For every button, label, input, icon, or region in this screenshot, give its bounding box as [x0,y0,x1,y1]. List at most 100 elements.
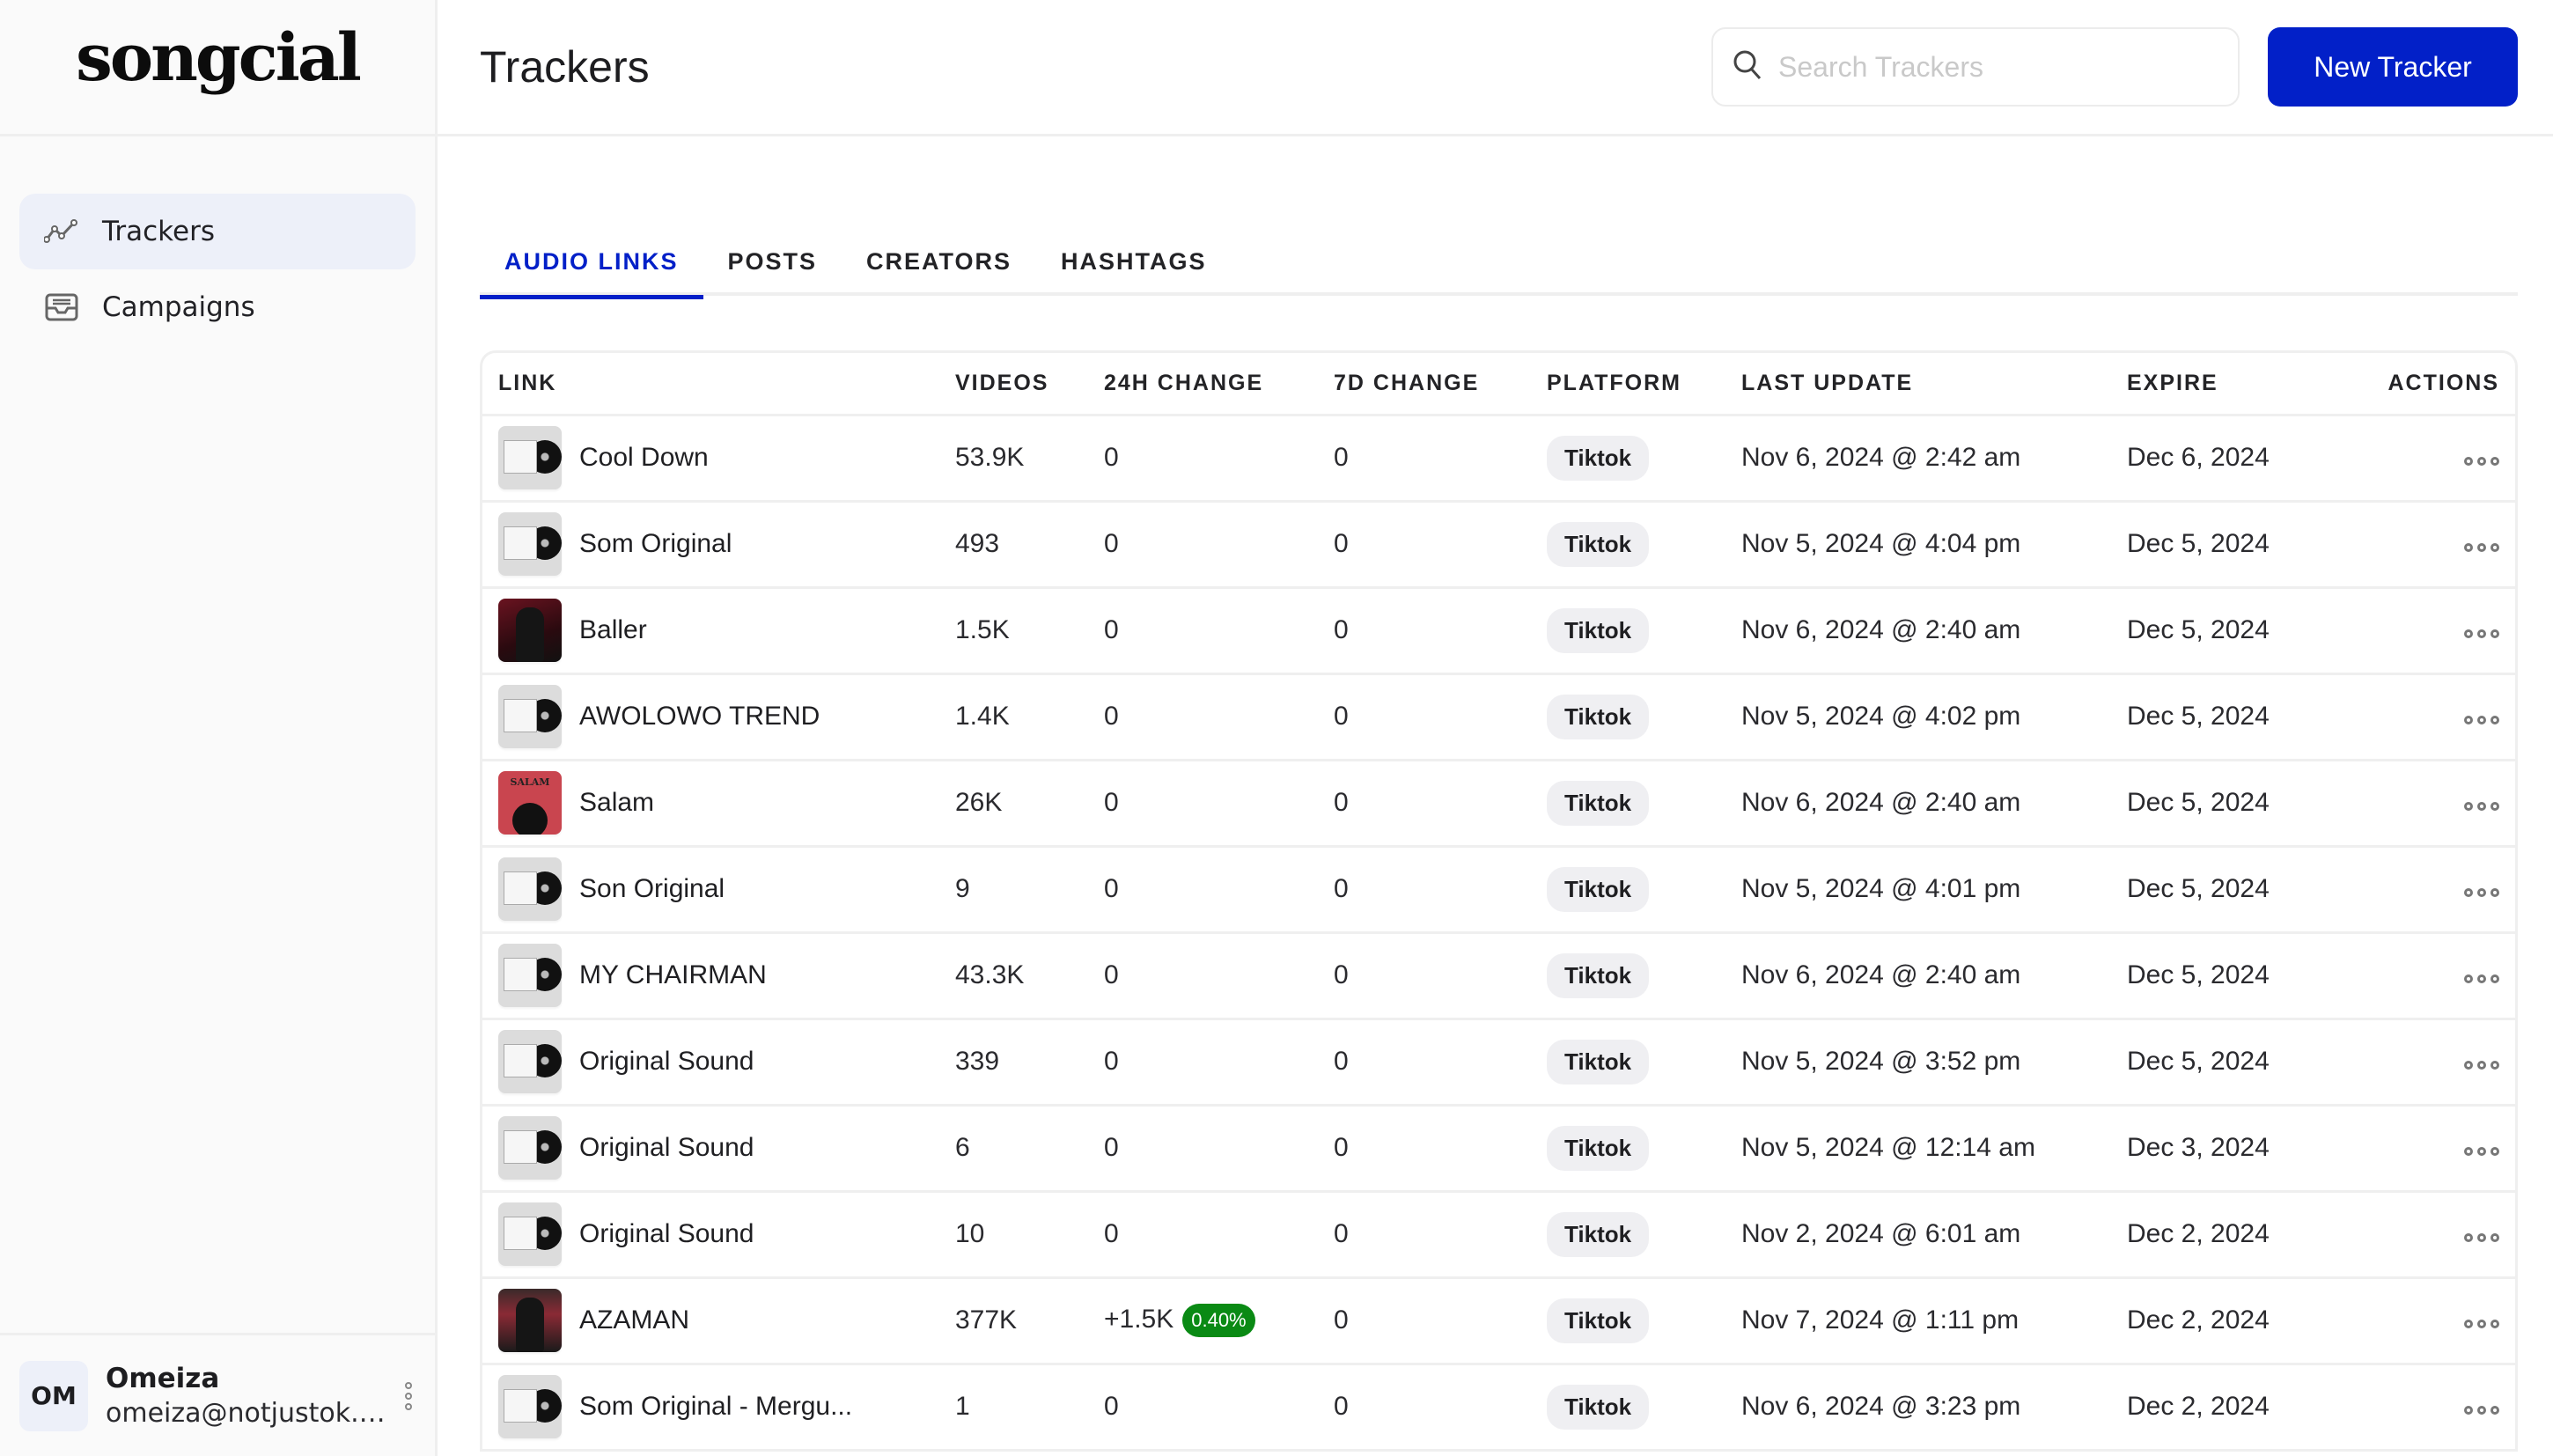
table-row[interactable]: Original Sound 10 0 0 Tiktok Nov 2, 2024… [482,1191,2515,1279]
table-row[interactable]: Baller 1.5K 0 0 Tiktok Nov 6, 2024 @ 2:4… [482,587,2515,675]
search-icon [1733,49,1762,85]
column-header-platform[interactable]: PLATFORM [1547,353,1741,416]
platform-badge: Tiktok [1547,521,1650,567]
videos-cell: 377K [955,1277,1104,1365]
column-header-24h-change[interactable]: 24H CHANGE [1104,353,1334,416]
songcial-logo[interactable]: songcial [76,20,362,96]
platform-badge: Tiktok [1547,1211,1650,1257]
search-box[interactable] [1711,27,2240,107]
column-header-last-update[interactable]: LAST UPDATE [1741,353,2127,416]
link-name[interactable]: Baller [579,615,647,645]
link-name[interactable]: Original Sound [579,1047,754,1077]
expire-cell: Dec 5, 2024 [2127,673,2371,761]
column-header-actions: ACTIONS [2371,353,2515,416]
tab-posts[interactable]: POSTS [703,238,842,296]
link-name[interactable]: Original Sound [579,1219,754,1249]
more-actions-icon[interactable] [2464,1147,2499,1156]
platform-badge: Tiktok [1547,435,1650,481]
change-24h-value: 0 [1104,702,1119,731]
platform-badge: Tiktok [1547,1125,1650,1171]
column-header-link[interactable]: LINK [482,353,955,416]
link-name[interactable]: Salam [579,788,654,818]
tab-audio-links[interactable]: AUDIO LINKS [480,238,703,299]
tabs: AUDIO LINKS POSTS CREATORS HASHTAGS [480,238,2518,299]
change-24h-value: 0 [1104,1133,1119,1162]
change-24h-value: 0 [1104,615,1119,644]
table-header-row: LINK VIDEOS 24H CHANGE 7D CHANGE PLATFOR… [482,353,2515,416]
link-name[interactable]: Original Sound [579,1133,754,1163]
tab-creators[interactable]: CREATORS [842,238,1036,296]
sidebar: songcial Trackers Campaigns OM Omeiza om… [0,0,438,1456]
change-7d-cell: 0 [1334,846,1547,934]
platform-cell: Tiktok [1547,932,1741,1020]
platform-badge: Tiktok [1547,1298,1650,1343]
table-row[interactable]: AZAMAN 377K +1.5K 0.40% 0 Tiktok Nov 7, 2… [482,1277,2515,1365]
avatar[interactable]: OM [19,1360,88,1431]
more-actions-icon[interactable] [2464,1320,2499,1328]
column-header-videos[interactable]: VIDEOS [955,353,1104,416]
last-update-cell: Nov 6, 2024 @ 3:23 pm [1741,1364,2127,1452]
user-email: omeiza@notjustok.c... [106,1398,387,1429]
videos-cell: 53.9K [955,415,1104,503]
album-art-image [498,1289,562,1352]
link-name[interactable]: Som Original - Mergu... [579,1392,852,1422]
trackers-table-container: LINK VIDEOS 24H CHANGE 7D CHANGE PLATFOR… [480,350,2518,1452]
sidebar-item-campaigns[interactable]: Campaigns [19,269,416,345]
platform-cell: Tiktok [1547,415,1741,503]
user-menu-kebab-icon[interactable] [405,1381,412,1410]
platform-cell: Tiktok [1547,501,1741,589]
table-row[interactable]: MY CHAIRMAN 43.3K 0 0 Tiktok Nov 6, 2024… [482,932,2515,1020]
platform-cell: Tiktok [1547,1191,1741,1279]
column-header-expire[interactable]: EXPIRE [2127,353,2371,416]
sidebar-item-trackers[interactable]: Trackers [19,194,416,269]
table-row[interactable]: Cool Down 53.9K 0 0 Tiktok Nov 6, 2024 @… [482,415,2515,503]
table-row[interactable]: AWOLOWO TREND 1.4K 0 0 Tiktok Nov 5, 202… [482,673,2515,761]
table-row[interactable]: Son Original 9 0 0 Tiktok Nov 5, 2024 @ … [482,846,2515,934]
link-cell: AWOLOWO TREND [482,673,955,761]
new-tracker-button[interactable]: New Tracker [2268,27,2518,107]
last-update-cell: Nov 7, 2024 @ 1:11 pm [1741,1277,2127,1365]
table-row[interactable]: Original Sound 339 0 0 Tiktok Nov 5, 202… [482,1018,2515,1107]
link-name[interactable]: MY CHAIRMAN [579,960,767,990]
videos-cell: 493 [955,501,1104,589]
last-update-cell: Nov 6, 2024 @ 2:40 am [1741,932,2127,1020]
link-name[interactable]: AZAMAN [579,1305,689,1335]
change-24h-cell: 0 [1104,760,1334,848]
link-name[interactable]: Som Original [579,529,732,559]
table-row[interactable]: SALAM Salam 26K 0 0 Tiktok Nov 6, 2024 @… [482,760,2515,848]
search-input[interactable] [1778,50,2201,84]
more-actions-icon[interactable] [2464,1061,2499,1070]
change-7d-cell: 0 [1334,587,1547,675]
link-name[interactable]: Cool Down [579,443,709,473]
last-update-cell: Nov 5, 2024 @ 3:52 pm [1741,1018,2127,1107]
more-actions-icon[interactable] [2464,629,2499,638]
table-row[interactable]: Som Original - Mergu... 1 0 0 Tiktok Nov… [482,1364,2515,1452]
tab-hashtags[interactable]: HASHTAGS [1036,238,1232,296]
vinyl-record-icon [498,426,562,489]
more-actions-icon[interactable] [2464,543,2499,552]
more-actions-icon[interactable] [2464,716,2499,724]
sidebar-item-label: Trackers [102,216,215,247]
more-actions-icon[interactable] [2464,1233,2499,1242]
platform-badge: Tiktok [1547,780,1650,826]
link-name[interactable]: AWOLOWO TREND [579,702,820,732]
table-row[interactable]: Original Sound 6 0 0 Tiktok Nov 5, 2024 … [482,1105,2515,1193]
app-root: songcial Trackers Campaigns OM Omeiza om… [0,0,2553,1456]
column-header-7d-change[interactable]: 7D CHANGE [1334,353,1547,416]
more-actions-icon[interactable] [2464,457,2499,466]
expire-cell: Dec 5, 2024 [2127,501,2371,589]
actions-cell [2371,501,2515,589]
link-name[interactable]: Son Original [579,874,725,904]
vinyl-record-icon [498,1202,562,1266]
user-name: Omeiza [106,1363,220,1394]
table-row[interactable]: Som Original 493 0 0 Tiktok Nov 5, 2024 … [482,501,2515,589]
last-update-cell: Nov 6, 2024 @ 2:40 am [1741,587,2127,675]
videos-cell: 26K [955,760,1104,848]
change-7d-cell: 0 [1334,1364,1547,1452]
more-actions-icon[interactable] [2464,974,2499,983]
more-actions-icon[interactable] [2464,802,2499,811]
more-actions-icon[interactable] [2464,1406,2499,1415]
more-actions-icon[interactable] [2464,888,2499,897]
change-24h-cell: 0 [1104,1018,1334,1107]
topbar: Trackers New Tracker [438,0,2553,136]
